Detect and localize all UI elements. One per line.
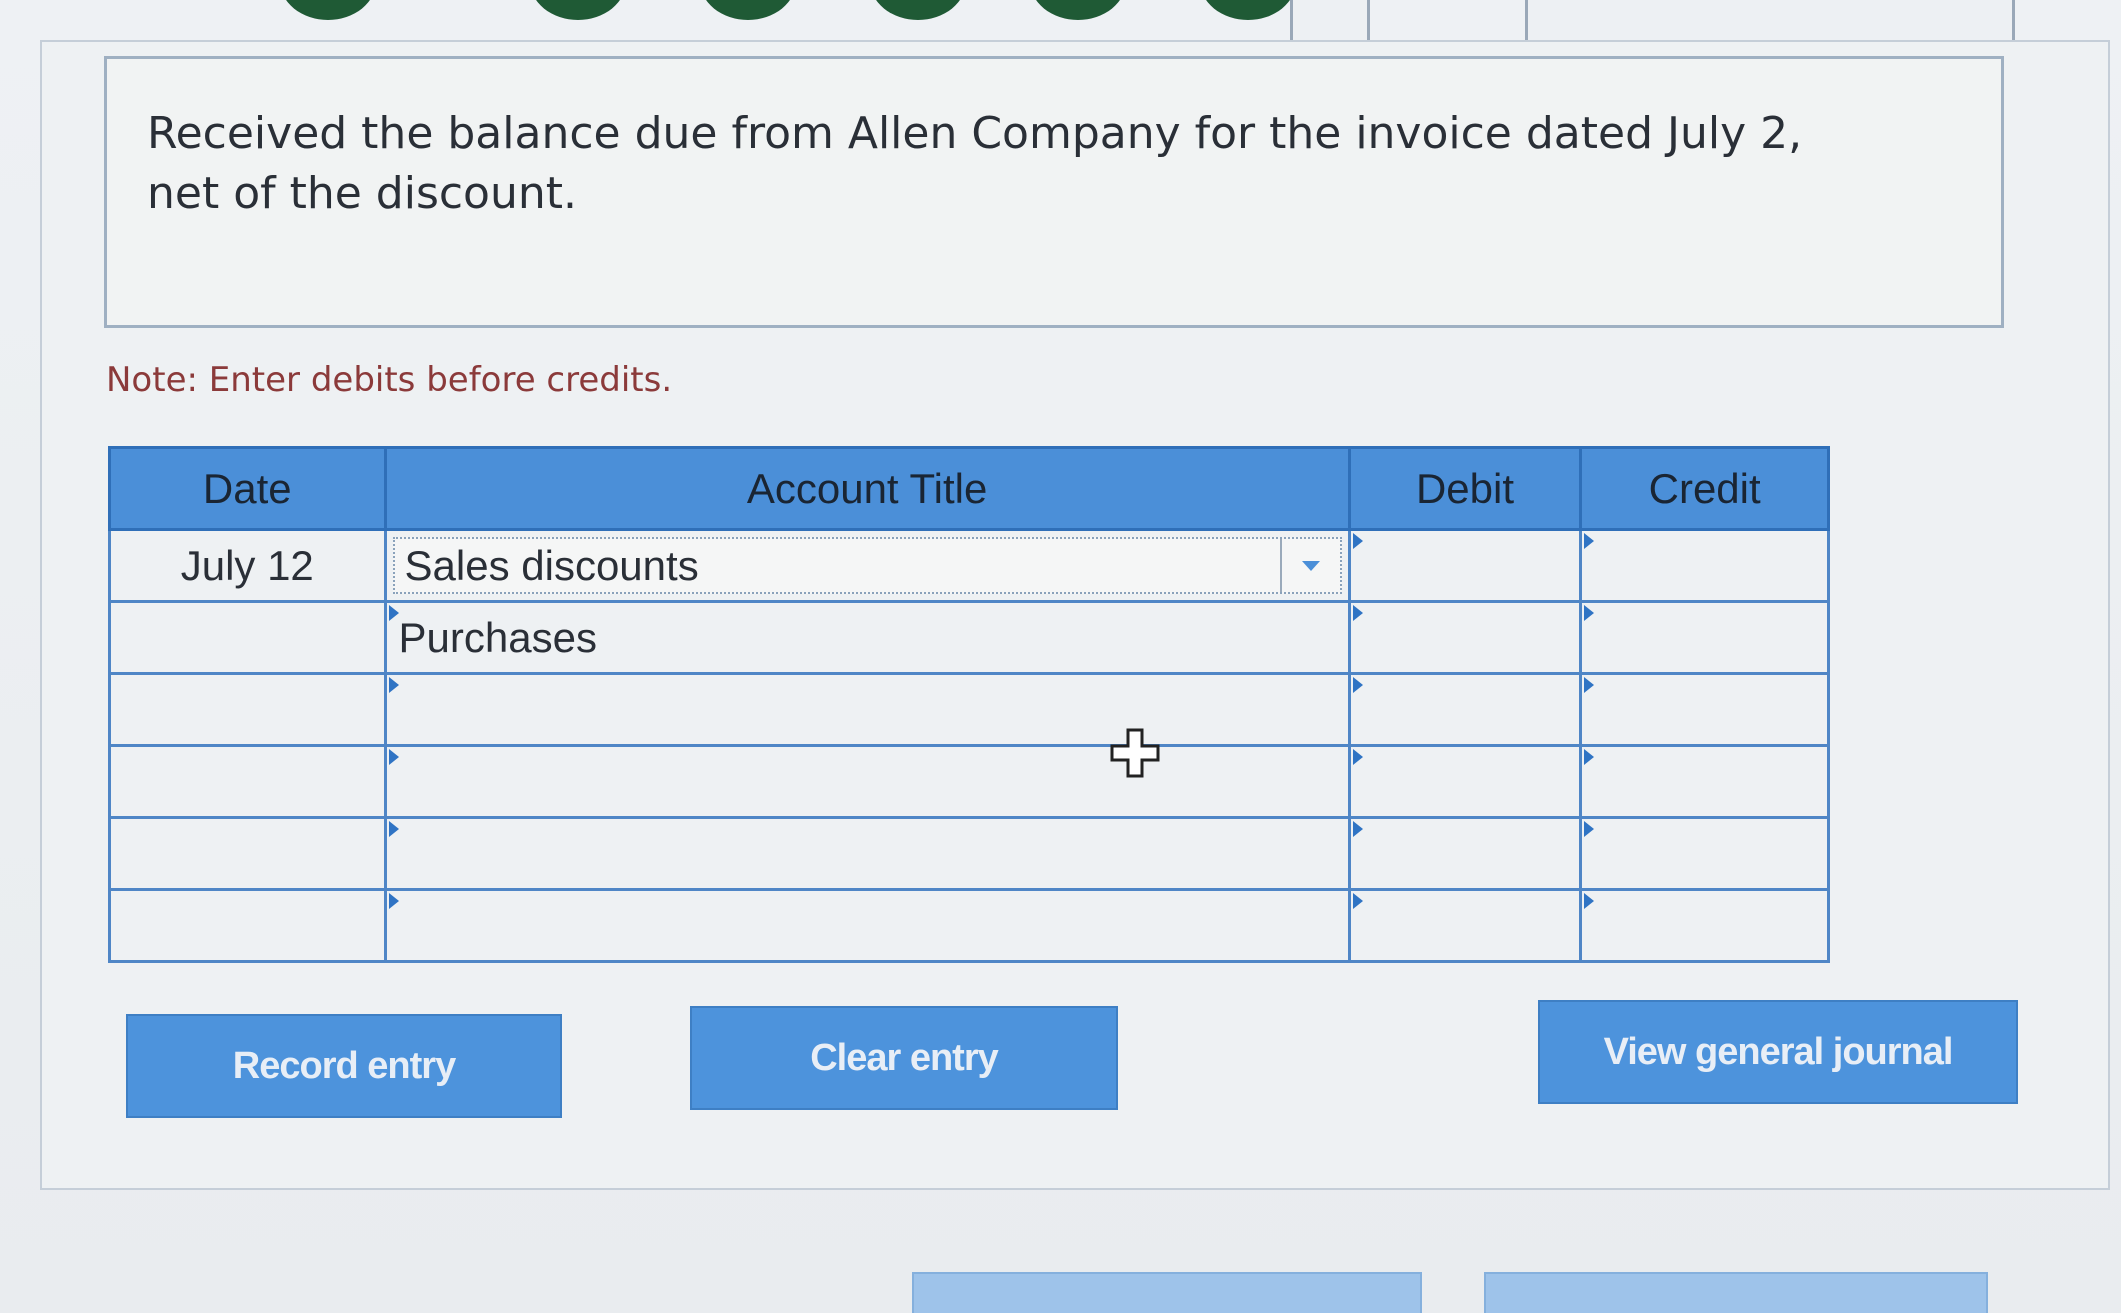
credit-input[interactable] <box>1579 672 1830 747</box>
account-input[interactable] <box>383 744 1351 819</box>
cell-marker-icon <box>388 749 399 765</box>
cell-marker-icon <box>1584 605 1595 621</box>
cell-marker-icon <box>1584 533 1595 549</box>
cell-marker-icon <box>1352 605 1363 621</box>
debit-input[interactable] <box>1347 528 1583 603</box>
date-cell <box>108 816 387 891</box>
progress-dot[interactable] <box>1200 0 1296 20</box>
table-row <box>108 744 1830 819</box>
journal-entry-table: Date Account Title Debit Credit July 12 … <box>108 446 1830 963</box>
date-cell: July 12 <box>108 528 387 603</box>
view-general-journal-button[interactable]: View general journal <box>1538 1000 2018 1104</box>
account-input-value: Purchases <box>398 613 597 661</box>
progress-dot[interactable] <box>530 0 626 20</box>
credit-input[interactable] <box>1579 744 1830 819</box>
cell-marker-icon <box>1352 749 1363 765</box>
progress-dot[interactable] <box>870 0 966 20</box>
account-input[interactable] <box>383 816 1351 891</box>
journal-entry-screen: Received the balance due from Allen Comp… <box>0 0 2121 1313</box>
table-row <box>108 888 1830 963</box>
date-cell <box>108 600 387 675</box>
date-cell <box>108 888 387 963</box>
account-select[interactable]: Sales discounts <box>392 537 1342 594</box>
debit-input[interactable] <box>1347 744 1583 819</box>
debit-input[interactable] <box>1347 672 1583 747</box>
progress-dot[interactable] <box>280 0 376 20</box>
cell-marker-icon <box>1584 893 1595 909</box>
credit-input[interactable] <box>1579 528 1830 603</box>
credit-input[interactable] <box>1579 600 1830 675</box>
previous-button[interactable] <box>912 1272 1422 1313</box>
transaction-prompt-text: Received the balance due from Allen Comp… <box>147 108 1803 219</box>
account-input[interactable] <box>383 672 1351 747</box>
date-cell <box>108 672 387 747</box>
cell-marker-icon <box>1584 677 1595 693</box>
table-row <box>108 672 1830 747</box>
progress-dot[interactable] <box>700 0 796 20</box>
account-input[interactable] <box>383 888 1351 963</box>
debit-input[interactable] <box>1347 600 1583 675</box>
account-title-column-header: Account Title <box>383 446 1351 531</box>
debit-input[interactable] <box>1347 888 1583 963</box>
instruction-note: Note: Enter debits before credits. <box>106 360 673 400</box>
cell-marker-icon <box>1584 821 1595 837</box>
chevron-down-icon <box>1301 560 1320 571</box>
cell-marker-icon <box>388 821 399 837</box>
credit-input[interactable] <box>1579 816 1830 891</box>
transaction-prompt-box: Received the balance due from Allen Comp… <box>104 56 2004 328</box>
progress-dot[interactable] <box>1030 0 1126 20</box>
cell-marker-icon <box>388 677 399 693</box>
cell-marker-icon <box>388 893 399 909</box>
table-row <box>108 816 1830 891</box>
table-row: Purchases <box>108 600 1830 675</box>
move-cursor-icon <box>1110 728 1160 778</box>
debit-input[interactable] <box>1347 816 1583 891</box>
cell-marker-icon <box>1352 893 1363 909</box>
record-entry-button[interactable]: Record entry <box>126 1014 562 1118</box>
next-button[interactable] <box>1484 1272 1988 1313</box>
date-cell <box>108 744 387 819</box>
cell-marker-icon <box>388 605 399 621</box>
credit-column-header: Credit <box>1579 446 1830 531</box>
cell-marker-icon <box>1352 677 1363 693</box>
debit-column-header: Debit <box>1347 446 1583 531</box>
credit-input[interactable] <box>1579 888 1830 963</box>
table-header-row: Date Account Title Debit Credit <box>108 446 1830 531</box>
account-cell[interactable]: Sales discounts <box>383 528 1351 603</box>
account-input[interactable]: Purchases <box>383 600 1351 675</box>
cell-marker-icon <box>1584 749 1595 765</box>
clear-entry-button[interactable]: Clear entry <box>690 1006 1118 1110</box>
table-row: July 12 Sales discounts <box>108 528 1830 603</box>
cell-marker-icon <box>1352 533 1363 549</box>
account-select-value: Sales discounts <box>404 541 699 589</box>
cell-marker-icon <box>1352 821 1363 837</box>
dropdown-button[interactable] <box>1279 539 1340 592</box>
date-column-header: Date <box>108 446 387 531</box>
